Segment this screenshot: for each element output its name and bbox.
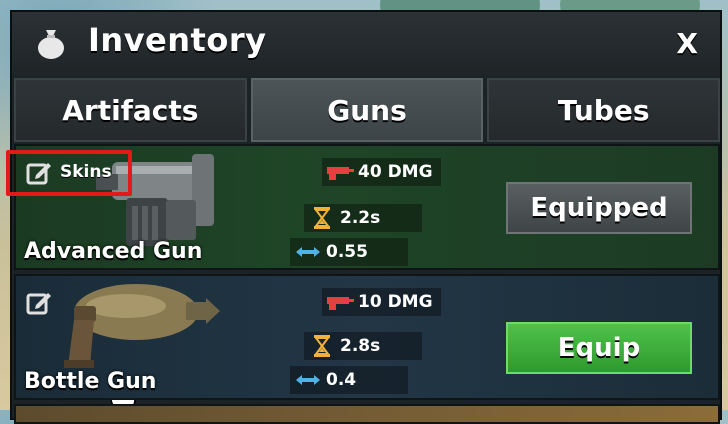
hourglass-icon xyxy=(314,207,330,229)
range-stat: 0.4 xyxy=(290,366,408,394)
damage-value: 10 DMG xyxy=(358,292,433,312)
damage-icon xyxy=(327,297,354,310)
skins-highlight-box xyxy=(6,150,132,196)
tab-artifacts[interactable]: Artifacts xyxy=(14,78,247,142)
cooldown-stat: 2.8s xyxy=(304,332,422,360)
damage-value: 40 DMG xyxy=(358,162,433,182)
damage-icon xyxy=(327,167,354,180)
cooldown-stat: 2.2s xyxy=(304,204,422,232)
range-stat: 0.55 xyxy=(290,238,408,266)
inventory-panel: Inventory X Artifacts Guns Tubes Skins A… xyxy=(6,10,722,424)
panel-header: Inventory X xyxy=(12,12,720,76)
range-arrows-icon xyxy=(296,247,320,257)
range-arrows-icon xyxy=(296,375,320,385)
tab-bar: Artifacts Guns Tubes xyxy=(14,78,721,142)
range-value: 0.55 xyxy=(326,242,368,262)
bag-icon xyxy=(38,30,64,59)
gun-row[interactable] xyxy=(14,404,720,424)
range-value: 0.4 xyxy=(326,370,357,390)
gun-row[interactable]: Bottle Gun 10 DMG 2.8s 0.4 Equip xyxy=(14,274,720,400)
tab-guns[interactable]: Guns xyxy=(250,78,484,142)
tab-tubes[interactable]: Tubes xyxy=(487,78,721,142)
gun-name: Bottle Gun xyxy=(24,369,157,394)
equipped-button[interactable]: Equipped xyxy=(506,182,692,234)
gun-row[interactable]: Skins Advanced Gun 40 DMG 2.2s 0.55 Equi… xyxy=(6,144,720,412)
edit-skin-icon[interactable] xyxy=(26,290,52,316)
damage-stat: 10 DMG xyxy=(322,288,441,316)
cooldown-value: 2.8s xyxy=(340,336,381,356)
close-button[interactable]: X xyxy=(676,27,698,60)
equip-button[interactable]: Equip xyxy=(506,322,692,374)
hourglass-icon xyxy=(314,335,330,357)
gun-name: Advanced Gun xyxy=(24,239,203,264)
page-title: Inventory xyxy=(88,21,267,59)
damage-stat: 40 DMG xyxy=(322,158,441,186)
cooldown-value: 2.2s xyxy=(340,208,381,228)
